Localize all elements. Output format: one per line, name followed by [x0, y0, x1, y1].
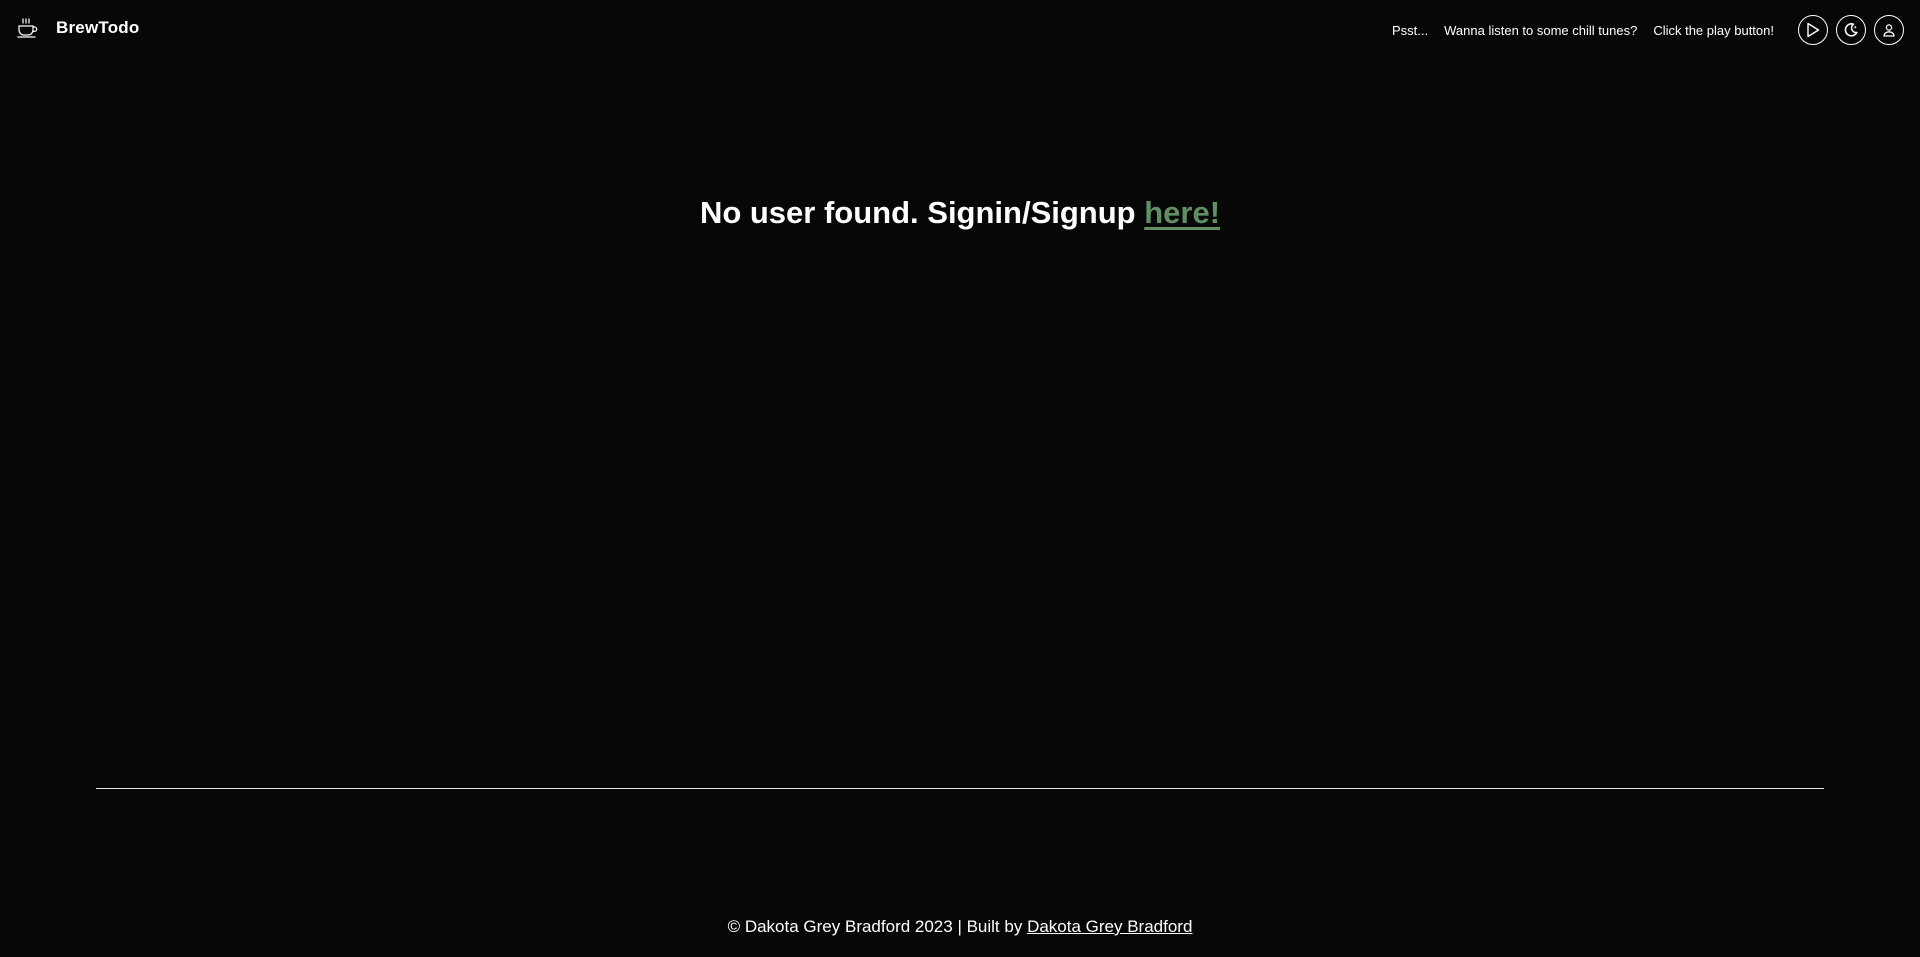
user-icon: [1882, 23, 1896, 37]
theme-toggle-button[interactable]: [1836, 15, 1866, 45]
brand-name: BrewTodo: [56, 18, 140, 37]
author-link[interactable]: Dakota Grey Bradford: [1027, 917, 1192, 936]
top-navbar: BrewTodo Psst... Wanna listen to some ch…: [0, 0, 1920, 62]
footer: © Dakota Grey Bradford 2023 | Built by D…: [0, 917, 1920, 937]
coffee-cup-icon: [16, 16, 40, 40]
signin-signup-link[interactable]: here!: [1144, 195, 1220, 230]
moon-icon: [1843, 22, 1859, 38]
play-icon: [1806, 22, 1820, 38]
tip-text-2: Wanna listen to some chill tunes?: [1444, 22, 1638, 38]
copyright-text: © Dakota Grey Bradford 2023 | Built by: [727, 917, 1028, 936]
brand-link[interactable]: BrewTodo: [16, 16, 139, 40]
no-user-message-text: No user found. Signin/Signup: [699, 195, 1145, 230]
user-account-button[interactable]: [1874, 15, 1904, 45]
footer-divider: [96, 788, 1824, 789]
tip-text-1: Psst...: [1392, 22, 1429, 38]
tip-text-3: Click the play button!: [1653, 22, 1774, 38]
play-button[interactable]: [1798, 15, 1828, 45]
no-user-message: No user found. Signin/Signup here!: [0, 195, 1920, 231]
main-content: No user found. Signin/Signup here!: [0, 195, 1920, 231]
page: BrewTodo Psst... Wanna listen to some ch…: [0, 0, 1920, 957]
header-actions: Psst... Wanna listen to some chill tunes…: [1392, 15, 1904, 45]
